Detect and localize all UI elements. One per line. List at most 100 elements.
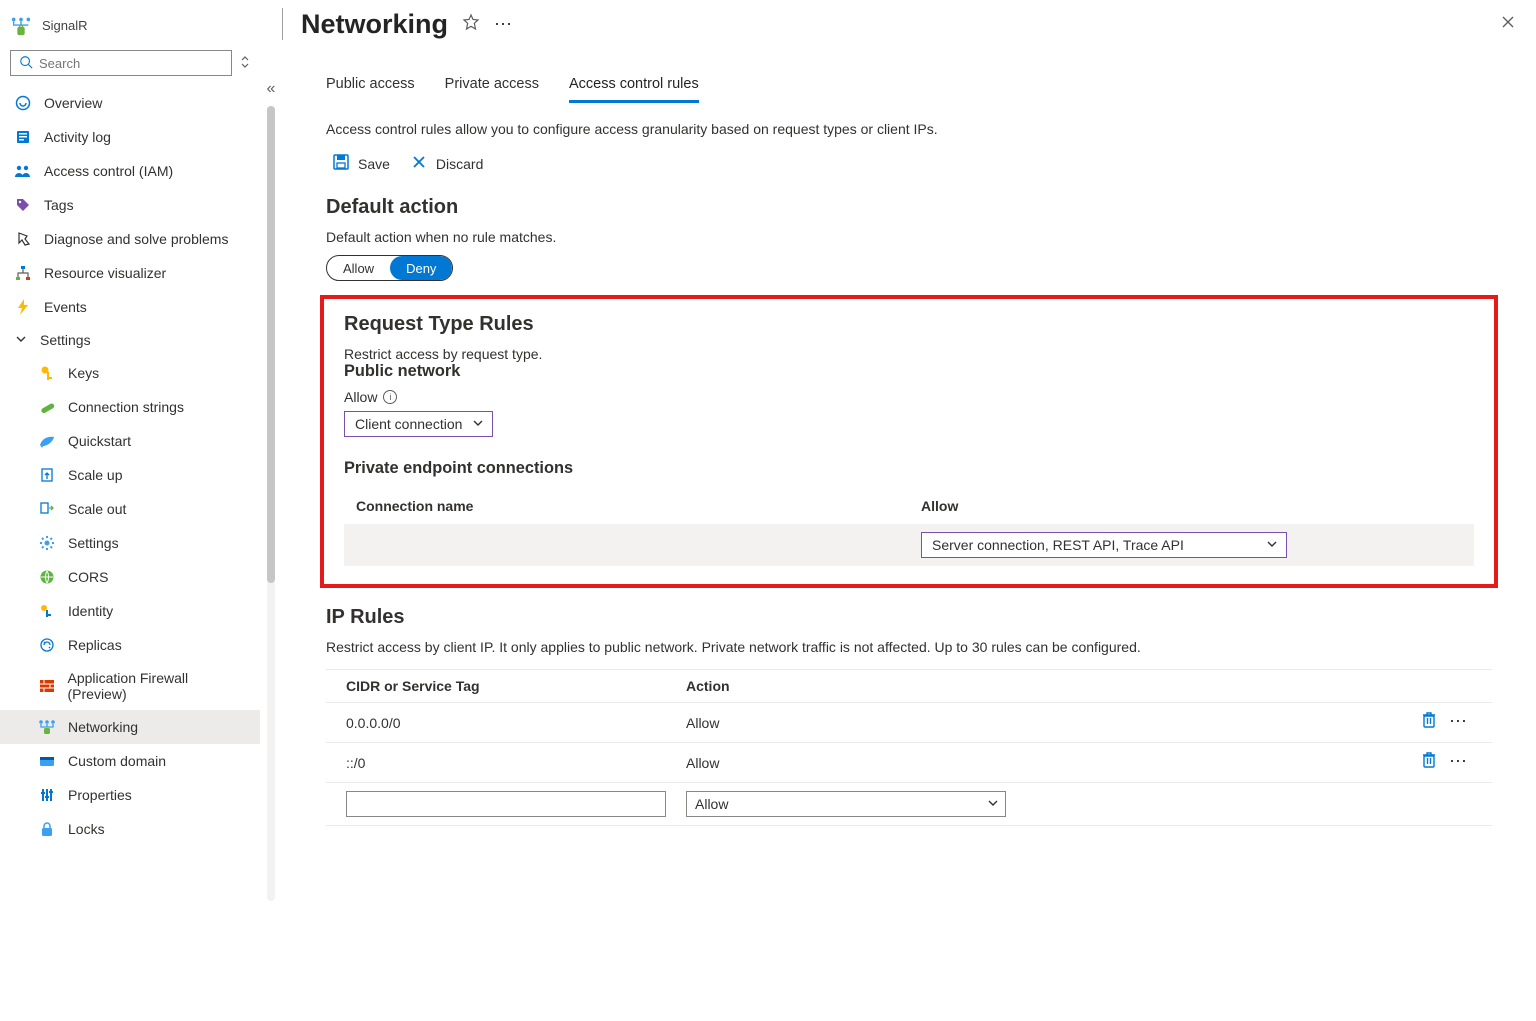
sidebar-item-properties[interactable]: Properties [0,778,260,812]
new-cidr-input[interactable] [346,791,666,817]
chevron-down-icon [14,333,28,348]
sidebar-item-identity[interactable]: Identity [0,594,260,628]
default-action-toggle[interactable]: Allow Deny [326,255,453,281]
quickstart-icon [38,432,56,450]
ip-rule-row: ::/0 Allow ⋯ [326,743,1492,783]
private-endpoint-allow-dropdown[interactable]: Server connection, REST API, Trace API [921,532,1287,558]
discard-button[interactable]: Discard [410,153,483,174]
sidebar-item-visualizer[interactable]: Resource visualizer [0,256,260,290]
public-network-allow-value: Client connection [355,416,462,432]
private-endpoint-heading: Private endpoint connections [344,459,1474,478]
properties-icon [38,786,56,804]
main-pane: Networking ⋯ Public access Private acces… [282,0,1536,1021]
custom-domain-icon [38,752,56,770]
default-action-heading: Default action [326,196,1492,219]
sidebar-item-app-firewall[interactable]: Application Firewall (Preview) [0,662,260,710]
sidebar-item-custom-domain[interactable]: Custom domain [0,744,260,778]
ip-rule-row: 0.0.0.0/0 Allow ⋯ [326,703,1492,743]
more-icon[interactable]: ⋯ [494,14,513,35]
col-action: Action [686,678,1026,694]
sidebar-item-cors[interactable]: CORS [0,560,260,594]
delete-icon[interactable] [1421,711,1437,734]
save-icon [332,153,350,174]
sidebar-item-scale-up[interactable]: Scale up [0,458,260,492]
sidebar-item-locks[interactable]: Locks [0,812,260,846]
iam-icon [14,162,32,180]
connection-strings-icon [38,398,56,416]
chevron-down-icon [987,797,999,812]
sidebar-item-overview[interactable]: Overview [0,86,260,120]
signalr-icon [10,14,32,36]
sidebar-item-diagnose[interactable]: Diagnose and solve problems [0,222,260,256]
firewall-icon [38,677,56,695]
sidebar-item-settings[interactable]: Settings [0,526,260,560]
col-cidr: CIDR or Service Tag [346,678,686,694]
row-more-icon[interactable]: ⋯ [1449,751,1468,774]
ip-rule-cidr: ::/0 [346,755,686,771]
tab-public-access[interactable]: Public access [326,76,415,103]
chevron-down-icon [1266,538,1278,553]
page-title: Networking [301,9,448,40]
close-icon[interactable] [1500,14,1516,35]
delete-icon[interactable] [1421,751,1437,774]
request-type-rules-highlight: Request Type Rules Restrict access by re… [320,295,1498,588]
ip-rules-table: CIDR or Service Tag Action 0.0.0.0/0 All… [326,669,1492,826]
sidebar-item-quickstart[interactable]: Quickstart [0,424,260,458]
blade-header: Networking ⋯ [282,0,1536,46]
public-network-allow-dropdown[interactable]: Client connection [344,411,493,437]
expand-icon[interactable] [240,55,250,72]
sidebar-group-settings[interactable]: Settings [0,324,260,356]
private-endpoint-allow-value: Server connection, REST API, Trace API [932,537,1184,553]
sidebar-search[interactable] [10,50,232,76]
locks-icon [38,820,56,838]
allow-label: Allow [344,389,377,405]
new-action-value: Allow [695,796,728,812]
toggle-deny[interactable]: Deny [390,256,452,280]
ip-rules-heading: IP Rules [326,606,1492,629]
identity-icon [38,602,56,620]
info-icon[interactable]: i [383,390,397,404]
sidebar-search-input[interactable] [39,56,223,71]
request-type-rules-desc: Restrict access by request type. [344,346,1474,362]
chevron-down-icon [472,417,484,432]
tab-private-access[interactable]: Private access [445,76,539,103]
row-more-icon[interactable]: ⋯ [1449,711,1468,734]
save-button[interactable]: Save [332,153,390,174]
new-action-dropdown[interactable]: Allow [686,791,1006,817]
tabs: Public access Private access Access cont… [282,46,1536,103]
sidebar-scrollbar[interactable] [267,106,275,901]
sidebar-item-iam[interactable]: Access control (IAM) [0,154,260,188]
ip-rules-section: IP Rules Restrict access by client IP. I… [282,588,1536,826]
sidebar: SignalR Overview Activity log Access con… [0,0,260,1021]
tags-icon [14,196,32,214]
toggle-allow[interactable]: Allow [327,256,390,280]
sidebar-item-connection-strings[interactable]: Connection strings [0,390,260,424]
favorite-icon[interactable] [462,13,480,36]
events-icon [14,298,32,316]
sidebar-item-replicas[interactable]: Replicas [0,628,260,662]
ip-rules-desc: Restrict access by client IP. It only ap… [326,639,1492,655]
sidebar-item-activity-log[interactable]: Activity log [0,120,260,154]
cors-icon [38,568,56,586]
sidebar-item-tags[interactable]: Tags [0,188,260,222]
overview-icon [14,94,32,112]
keys-icon [38,364,56,382]
discard-icon [410,153,428,174]
sidebar-gutter: « [260,0,282,1021]
sidebar-item-keys[interactable]: Keys [0,356,260,390]
ip-rule-action: Allow [686,715,1026,731]
networking-icon [38,718,56,736]
resource-type-label: SignalR [42,18,88,33]
col-allow: Allow [909,488,1474,524]
diagnose-icon [14,230,32,248]
sidebar-item-networking[interactable]: Networking [0,710,260,744]
sidebar-nav: Overview Activity log Access control (IA… [0,86,260,1021]
default-action-section: Default action Default action when no ru… [282,182,1536,281]
sidebar-item-scale-out[interactable]: Scale out [0,492,260,526]
activity-log-icon [14,128,32,146]
private-endpoint-table: Connection name Allow Server connection,… [344,488,1474,566]
collapse-sidebar-button[interactable]: « [267,80,276,98]
resource-brand: SignalR [0,8,260,46]
tab-access-control-rules[interactable]: Access control rules [569,76,699,103]
sidebar-item-events[interactable]: Events [0,290,260,324]
